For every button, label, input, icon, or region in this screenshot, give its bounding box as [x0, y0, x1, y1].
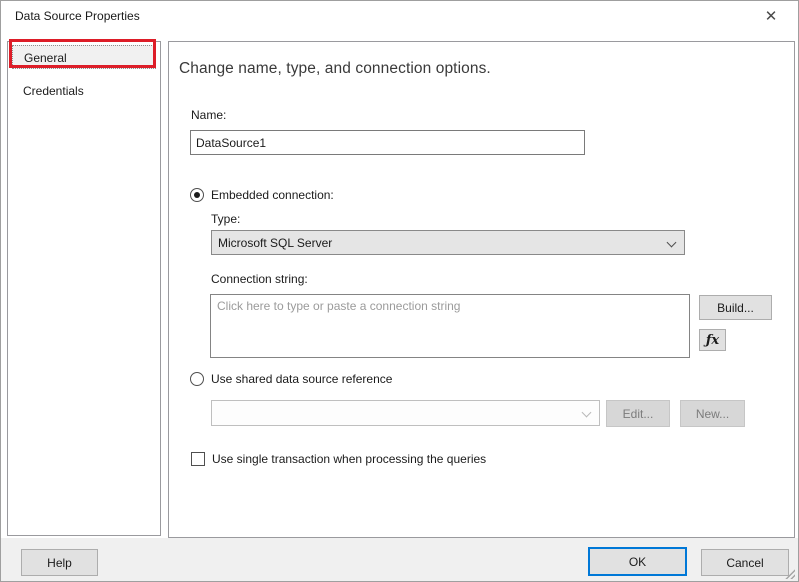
sidebar-item-credentials[interactable]: Credentials: [12, 79, 156, 103]
footer-bar: Help OK Cancel: [1, 538, 798, 582]
ok-button[interactable]: OK: [588, 547, 687, 576]
title-bar: Data Source Properties ✕: [1, 1, 798, 31]
type-dropdown[interactable]: Microsoft SQL Server: [211, 230, 685, 255]
shared-data-source-label: Use shared data source reference: [211, 372, 392, 386]
single-transaction-checkbox[interactable]: [191, 452, 205, 466]
sidebar-item-general[interactable]: General: [12, 45, 156, 69]
name-label: Name:: [191, 108, 226, 122]
sidebar-panel: General Credentials: [7, 41, 161, 536]
close-icon: ✕: [765, 7, 778, 25]
connection-string-textarea[interactable]: [210, 294, 690, 358]
connection-string-label: Connection string:: [211, 272, 308, 286]
cancel-button[interactable]: Cancel: [701, 549, 789, 576]
type-label: Type:: [211, 212, 240, 226]
shared-data-source-dropdown[interactable]: [211, 400, 600, 426]
window-title: Data Source Properties: [15, 9, 140, 23]
close-button[interactable]: ✕: [750, 1, 792, 31]
embedded-connection-label: Embedded connection:: [211, 188, 334, 202]
type-dropdown-value: Microsoft SQL Server: [218, 236, 332, 250]
main-panel: Change name, type, and connection option…: [168, 41, 795, 538]
name-input[interactable]: [190, 130, 585, 155]
new-button[interactable]: New...: [680, 400, 745, 427]
data-source-properties-dialog: Data Source Properties ✕ General Credent…: [0, 0, 799, 582]
sidebar-item-label: Credentials: [23, 84, 84, 98]
page-title: Change name, type, and connection option…: [179, 60, 491, 78]
embedded-connection-radio[interactable]: [190, 188, 204, 202]
shared-data-source-radio[interactable]: [190, 372, 204, 386]
chevron-down-icon: [667, 238, 677, 248]
expression-fx-button[interactable]: ƒx: [699, 329, 726, 351]
chevron-down-icon: [582, 408, 592, 418]
help-button[interactable]: Help: [21, 549, 98, 576]
sidebar-item-label: General: [24, 51, 67, 65]
edit-button[interactable]: Edit...: [606, 400, 670, 427]
fx-icon: ƒx: [706, 333, 719, 348]
build-button[interactable]: Build...: [699, 295, 772, 320]
single-transaction-label: Use single transaction when processing t…: [212, 452, 486, 466]
